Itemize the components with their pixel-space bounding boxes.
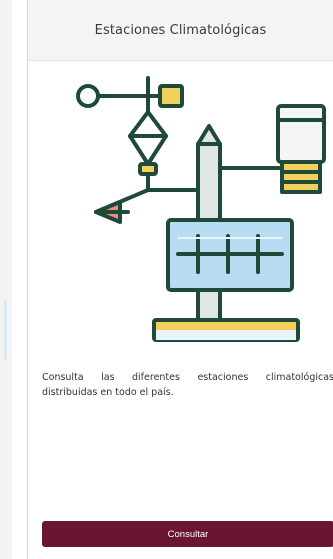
- weather-station-icon: [76, 76, 326, 342]
- card-description: Consulta las diferentes estaciones clima…: [42, 372, 333, 398]
- consultar-button[interactable]: Consultar: [42, 521, 333, 547]
- card-title: Estaciones Climatológicas: [28, 0, 333, 61]
- adjacent-card-edge: [0, 0, 12, 559]
- weather-stations-card: Estaciones Climatológicas Consulta las d…: [27, 0, 333, 559]
- card-title-text: Estaciones Climatológicas: [94, 22, 267, 38]
